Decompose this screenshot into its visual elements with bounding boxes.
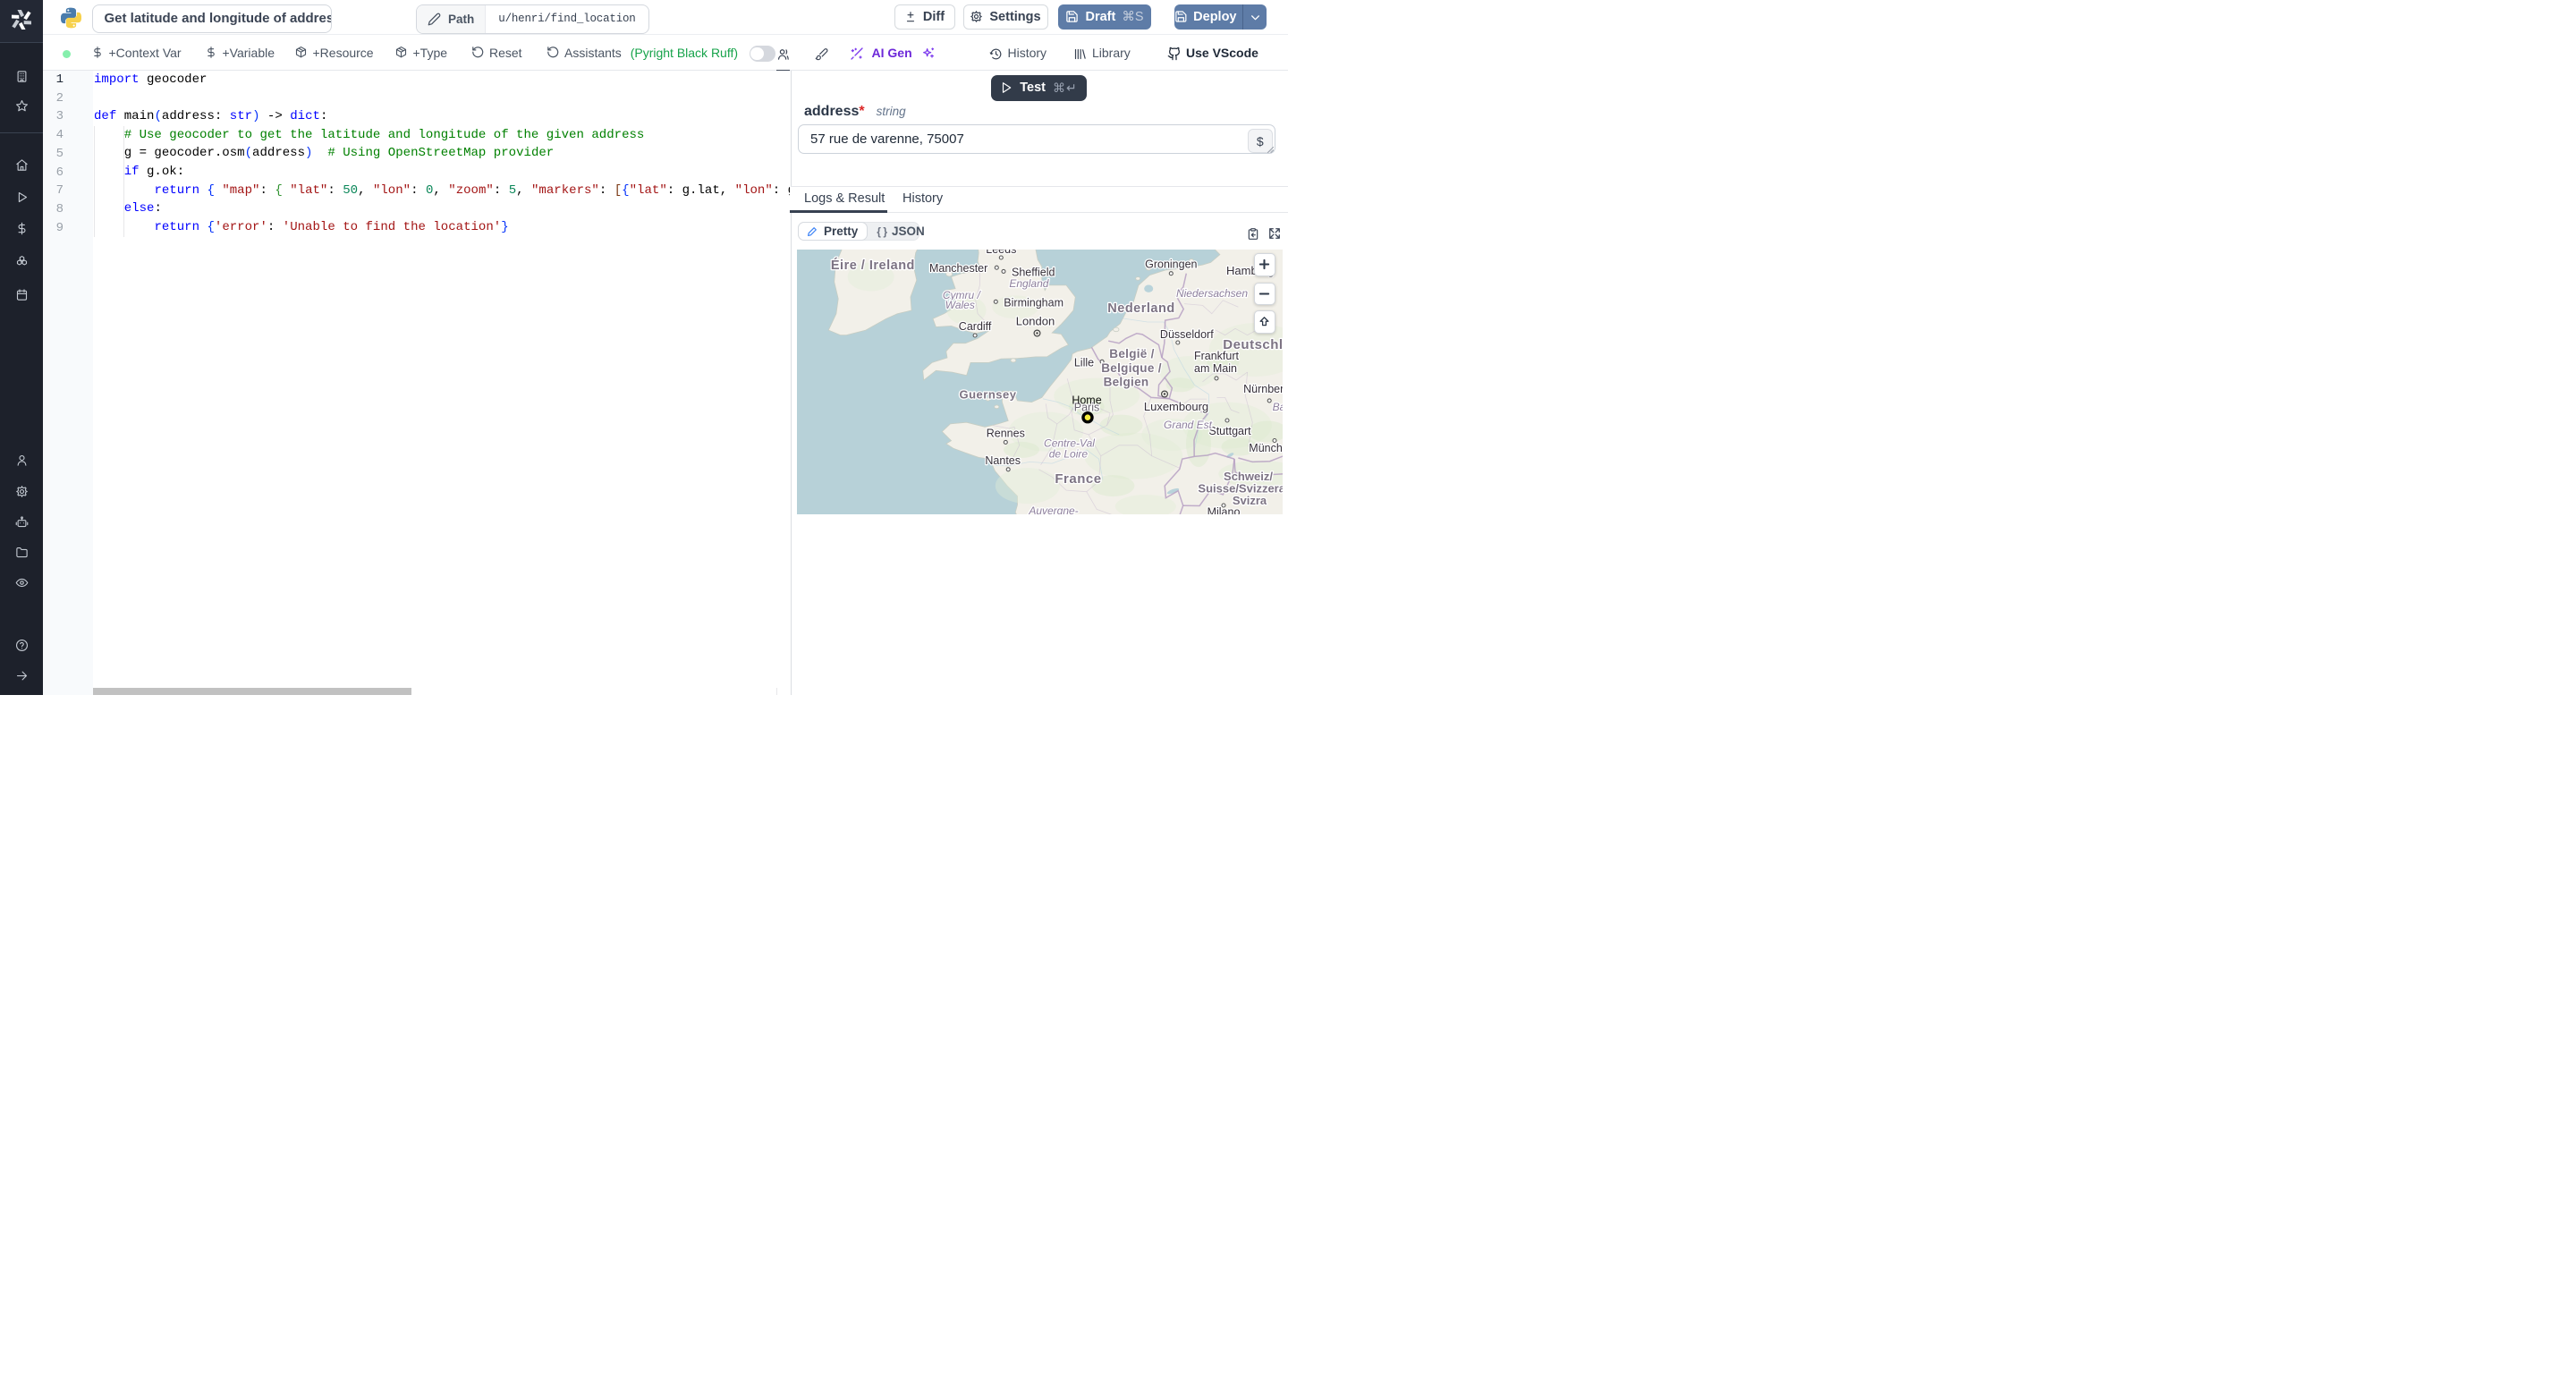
svg-text:Leeds: Leeds bbox=[986, 250, 1016, 256]
svg-text:Stuttgart: Stuttgart bbox=[1208, 425, 1251, 437]
svg-text:Svizra: Svizra bbox=[1232, 494, 1267, 507]
svg-text:Grand Est: Grand Est bbox=[1163, 419, 1212, 431]
svg-text:Düsseldorf: Düsseldorf bbox=[1159, 328, 1213, 341]
svg-text:Nederland: Nederland bbox=[1107, 301, 1174, 316]
svg-text:London: London bbox=[1015, 314, 1054, 327]
svg-text:Luxembourg: Luxembourg bbox=[1143, 400, 1208, 413]
svg-text:Éire / Ireland: Éire / Ireland bbox=[830, 258, 914, 273]
svg-text:Cardiff: Cardiff bbox=[958, 320, 991, 333]
svg-text:Nürnberg: Nürnberg bbox=[1243, 382, 1283, 394]
svg-text:Auvergne-: Auvergne- bbox=[1028, 504, 1078, 514]
svg-text:France: France bbox=[1055, 471, 1101, 487]
svg-text:am Main: am Main bbox=[1194, 361, 1237, 374]
svg-text:Birmingham: Birmingham bbox=[1004, 296, 1063, 309]
svg-text:Home: Home bbox=[1072, 394, 1101, 406]
svg-text:de Loire: de Loire bbox=[1048, 447, 1088, 460]
svg-text:Guernsey: Guernsey bbox=[959, 387, 1016, 401]
svg-text:Belgique /: Belgique / bbox=[1101, 361, 1162, 375]
svg-text:België /: België / bbox=[1109, 347, 1154, 360]
svg-text:England: England bbox=[1009, 276, 1048, 289]
svg-text:Nantes: Nantes bbox=[985, 453, 1021, 466]
svg-text:Bay: Bay bbox=[1272, 401, 1282, 413]
svg-text:Manchester: Manchester bbox=[928, 262, 987, 275]
svg-text:Niedersachsen: Niedersachsen bbox=[1175, 287, 1247, 300]
svg-text:Belgien: Belgien bbox=[1103, 375, 1148, 388]
svg-text:Lille: Lille bbox=[1073, 356, 1093, 369]
svg-text:Wales: Wales bbox=[945, 298, 974, 310]
svg-text:Groningen: Groningen bbox=[1145, 258, 1197, 270]
svg-text:Deutschland: Deutschland bbox=[1223, 337, 1283, 352]
svg-text:München: München bbox=[1249, 442, 1283, 454]
svg-text:Rennes: Rennes bbox=[986, 427, 1024, 439]
